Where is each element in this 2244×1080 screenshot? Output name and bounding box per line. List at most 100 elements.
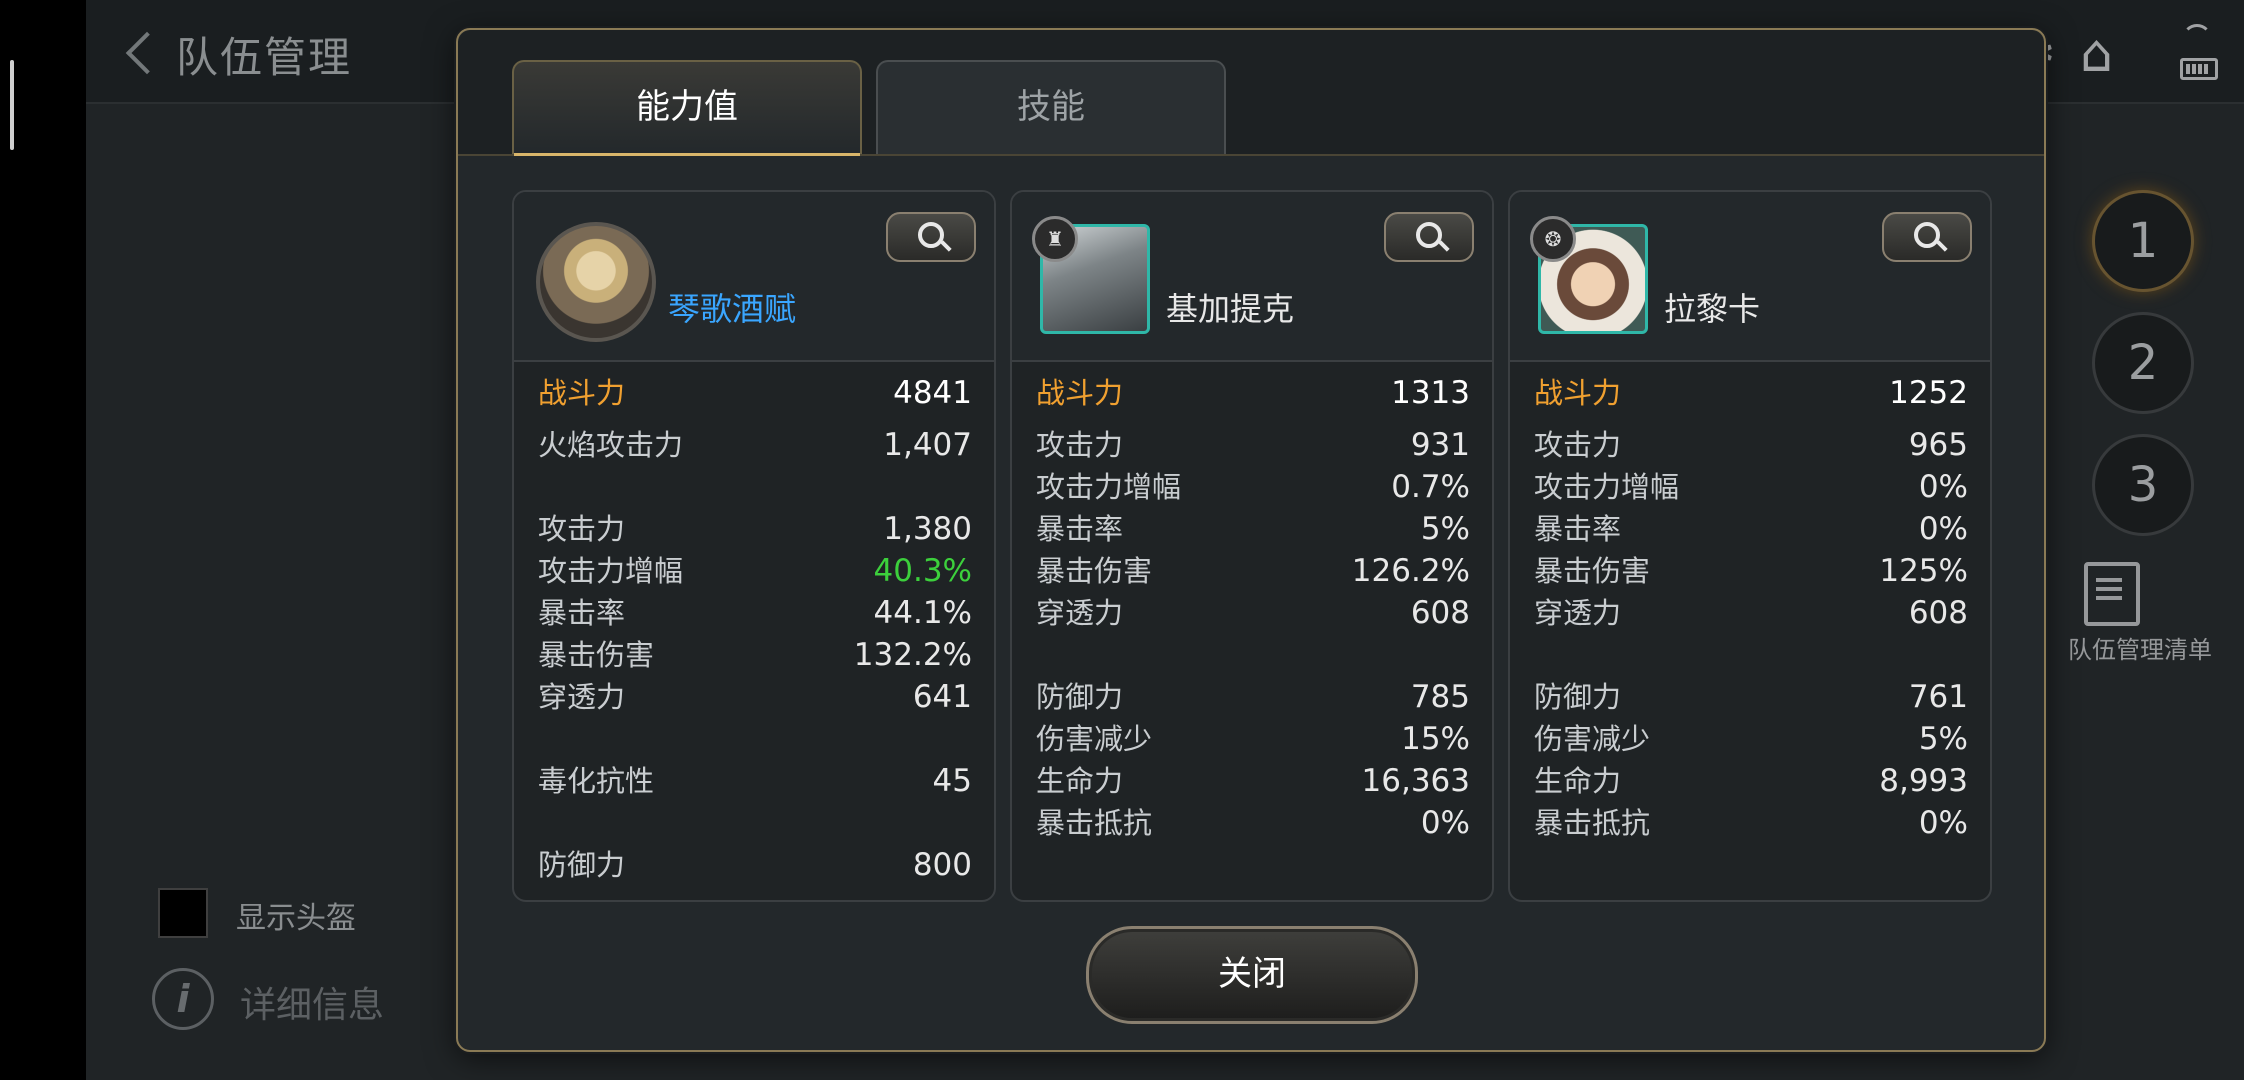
search-icon[interactable] [1882, 212, 1972, 262]
stat-value: 800 [912, 847, 972, 883]
character-card-2: ♜ 基加提克 战斗力 1313 攻击力 931 攻击力增幅 0.7% 暴击率 5% 暴… [1010, 190, 1494, 902]
power-label: 战斗力 [1534, 376, 1622, 410]
stat-value: 125% [1879, 553, 1968, 589]
stat-row [514, 466, 994, 508]
stat-row: 攻击力 931 [1012, 424, 1492, 466]
stat-row: 伤害减少 5% [1510, 718, 1990, 760]
stat-row [1012, 634, 1492, 676]
character-card-3: ❂ 拉黎卡 战斗力 1252 攻击力 965 攻击力增幅 0% 暴击率 0% 暴击伤害… [1508, 190, 1992, 902]
search-icon[interactable] [1384, 212, 1474, 262]
card-header: ♜ 基加提克 [1012, 192, 1492, 362]
stat-value: 5% [1420, 511, 1470, 547]
stat-label: 毒化抗性 [538, 764, 655, 798]
character-card-1: 琴歌酒赋 战斗力 4841 火焰攻击力 1,407 攻击力 1,380 攻击力增幅 4… [512, 190, 996, 902]
stat-value: 15% [1401, 721, 1470, 757]
power-value: 1252 [1889, 375, 1968, 411]
stat-label: 生命力 [1036, 764, 1124, 798]
stat-value: 126.2% [1351, 553, 1470, 589]
stat-row: 暴击抵抗 0% [1012, 802, 1492, 844]
stat-value: 40.3% [873, 553, 972, 589]
stat-value: 0% [1918, 805, 1968, 841]
stat-label: 防御力 [1534, 680, 1622, 714]
search-icon[interactable] [886, 212, 976, 262]
stat-label: 暴击伤害 [1534, 554, 1651, 588]
stat-label: 穿透力 [538, 680, 626, 714]
stat-row: 暴击伤害 132.2% [514, 634, 994, 676]
close-button[interactable]: 关闭 [1086, 926, 1418, 1024]
stat-label: 生命力 [1534, 764, 1622, 798]
stat-value: 132.2% [853, 637, 972, 673]
stat-label: 攻击力增幅 [538, 554, 684, 588]
stat-label: 攻击力 [538, 512, 626, 546]
stat-label: 攻击力增幅 [1534, 470, 1680, 504]
stat-row: 毒化抗性 45 [514, 760, 994, 802]
stat-label: 暴击抵抗 [1534, 806, 1651, 840]
stat-label: 暴击伤害 [1036, 554, 1153, 588]
stat-value: 0% [1420, 805, 1470, 841]
character-name: 基加提克 [1166, 290, 1295, 328]
stat-row: 穿透力 608 [1510, 592, 1990, 634]
stat-label: 暴击率 [1534, 512, 1622, 546]
power-label: 战斗力 [1036, 376, 1124, 410]
character-name: 琴歌酒赋 [668, 290, 797, 328]
stat-row: 暴击伤害 126.2% [1012, 550, 1492, 592]
stat-value: 0.7% [1391, 469, 1470, 505]
stat-row [1510, 634, 1990, 676]
stat-row: 暴击伤害 125% [1510, 550, 1990, 592]
left-system-bar [0, 0, 86, 1080]
stat-row: 暴击率 0% [1510, 508, 1990, 550]
stat-label: 防御力 [1036, 680, 1124, 714]
stat-row: 火焰攻击力 1,407 [514, 424, 994, 466]
stat-label: 暴击率 [1036, 512, 1124, 546]
stat-label: 伤害减少 [1036, 722, 1153, 756]
stat-row: 穿透力 641 [514, 676, 994, 718]
stat-label: 攻击力增幅 [1036, 470, 1182, 504]
stat-value: 761 [1908, 679, 1968, 715]
stat-label: 穿透力 [1534, 596, 1622, 630]
stat-row: 生命力 8,993 [1510, 760, 1990, 802]
stat-row: 攻击力增幅 0.7% [1012, 466, 1492, 508]
stat-row: 暴击率 44.1% [514, 592, 994, 634]
stat-label: 穿透力 [1036, 596, 1124, 630]
stat-row: 防御力 785 [1012, 676, 1492, 718]
stat-row: 攻击力增幅 0% [1510, 466, 1990, 508]
stat-value: 641 [912, 679, 972, 715]
stat-row [514, 802, 994, 844]
stat-value: 0% [1918, 469, 1968, 505]
stat-row [514, 718, 994, 760]
stat-label: 暴击率 [538, 596, 626, 630]
power-row: 战斗力 1313 [1012, 362, 1492, 424]
stat-row: 生命力 16,363 [1012, 760, 1492, 802]
power-label: 战斗力 [538, 376, 626, 410]
stat-list: 战斗力 4841 火焰攻击力 1,407 攻击力 1,380 攻击力增幅 40.3% … [514, 362, 994, 886]
rank-badge-icon: ♜ [1032, 216, 1078, 262]
stat-value: 44.1% [873, 595, 972, 631]
stat-row: 暴击率 5% [1012, 508, 1492, 550]
camera-notch [10, 60, 14, 150]
app-screen: 队伍管理 ▬ ⚙ ⌂ 1 2 3 队伍管理清单 显示头盔 i 详细信息 能力值 … [86, 0, 2244, 1080]
stats-modal: 能力值 技能 琴歌酒赋 战斗力 4841 火焰攻击力 1,407 攻击力 1,380… [456, 28, 2046, 1052]
stat-value: 0% [1918, 511, 1968, 547]
stat-label: 攻击力 [1036, 428, 1124, 462]
stat-label: 防御力 [538, 848, 626, 882]
stat-value: 608 [1908, 595, 1968, 631]
stat-value: 8,993 [1879, 763, 1968, 799]
card-header: 琴歌酒赋 [514, 192, 994, 362]
character-name: 拉黎卡 [1664, 290, 1761, 328]
stat-row: 攻击力增幅 40.3% [514, 550, 994, 592]
stat-value: 45 [932, 763, 972, 799]
stat-list: 战斗力 1313 攻击力 931 攻击力增幅 0.7% 暴击率 5% 暴击伤害 126.… [1012, 362, 1492, 844]
tab-row: 能力值 技能 [458, 30, 2044, 156]
tab-stats[interactable]: 能力值 [512, 60, 862, 156]
stat-label: 伤害减少 [1534, 722, 1651, 756]
tab-skills[interactable]: 技能 [876, 60, 1226, 154]
stat-value: 931 [1410, 427, 1470, 463]
stat-row: 穿透力 608 [1012, 592, 1492, 634]
character-portrait[interactable] [536, 222, 656, 342]
stat-value: 16,363 [1361, 763, 1470, 799]
stat-value: 785 [1410, 679, 1470, 715]
power-value: 1313 [1391, 375, 1470, 411]
card-header: ❂ 拉黎卡 [1510, 192, 1990, 362]
stat-row: 防御力 761 [1510, 676, 1990, 718]
stat-label: 攻击力 [1534, 428, 1622, 462]
